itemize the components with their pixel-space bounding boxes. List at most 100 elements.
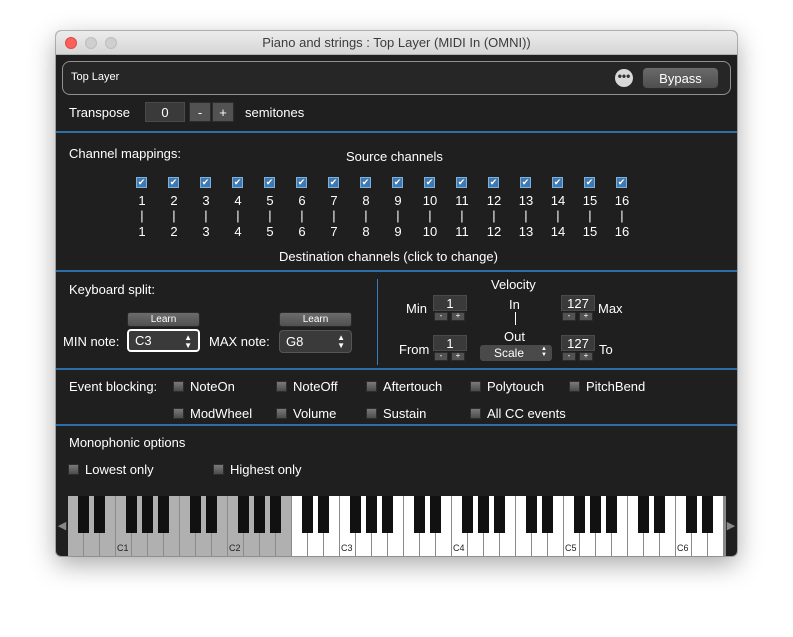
destination-channel-number[interactable]: 14: [548, 224, 568, 239]
transpose-plus-button[interactable]: +: [212, 102, 234, 122]
black-key[interactable]: [318, 496, 329, 533]
destination-channel-number[interactable]: 1: [132, 224, 152, 239]
velocity-max-plus[interactable]: +: [579, 312, 593, 321]
velocity-min-minus[interactable]: -: [434, 312, 448, 321]
event-block-checkbox[interactable]: [470, 408, 481, 419]
black-key[interactable]: [574, 496, 585, 533]
velocity-max-minus[interactable]: -: [562, 312, 576, 321]
source-channel-checkbox[interactable]: ✔: [584, 177, 595, 188]
source-channel-checkbox[interactable]: ✔: [456, 177, 467, 188]
title-bar[interactable]: Piano and strings : Top Layer (MIDI In (…: [56, 31, 737, 55]
source-channel-checkbox[interactable]: ✔: [360, 177, 371, 188]
black-key[interactable]: [238, 496, 249, 533]
black-key[interactable]: [126, 496, 137, 533]
source-channel-checkbox[interactable]: ✔: [392, 177, 403, 188]
destination-channel-number[interactable]: 3: [196, 224, 216, 239]
velocity-to-value[interactable]: 127: [561, 335, 595, 351]
bypass-button[interactable]: Bypass: [642, 67, 719, 89]
black-key[interactable]: [190, 496, 201, 533]
destination-channel-number[interactable]: 4: [228, 224, 248, 239]
destination-channel-number[interactable]: 12: [484, 224, 504, 239]
black-key[interactable]: [654, 496, 665, 533]
source-channel-checkbox[interactable]: ✔: [328, 177, 339, 188]
black-key[interactable]: [590, 496, 601, 533]
velocity-from-minus[interactable]: -: [434, 352, 448, 361]
black-key[interactable]: [270, 496, 281, 533]
max-note-select[interactable]: G8 ▲ ▼: [279, 330, 352, 353]
black-key[interactable]: [414, 496, 425, 533]
source-channel-checkbox[interactable]: ✔: [232, 177, 243, 188]
source-channel-checkbox[interactable]: ✔: [200, 177, 211, 188]
velocity-mode-select[interactable]: Scale ▲ ▼: [480, 345, 552, 361]
velocity-to-plus[interactable]: +: [579, 352, 593, 361]
source-channel-checkbox[interactable]: ✔: [520, 177, 531, 188]
destination-channel-number[interactable]: 16: [612, 224, 632, 239]
destination-channel-number[interactable]: 13: [516, 224, 536, 239]
learn-min-button[interactable]: Learn: [127, 312, 200, 327]
black-key[interactable]: [542, 496, 553, 533]
black-key[interactable]: [366, 496, 377, 533]
destination-channel-number[interactable]: 5: [260, 224, 280, 239]
transpose-minus-button[interactable]: -: [189, 102, 211, 122]
velocity-from-value[interactable]: 1: [433, 335, 467, 351]
black-key[interactable]: [350, 496, 361, 533]
event-block-checkbox[interactable]: [366, 408, 377, 419]
source-channel-checkbox[interactable]: ✔: [616, 177, 627, 188]
velocity-min-value[interactable]: 1: [433, 295, 467, 311]
more-options-button[interactable]: •••: [615, 69, 633, 87]
black-key[interactable]: [382, 496, 393, 533]
event-block-checkbox[interactable]: [173, 408, 184, 419]
learn-max-button[interactable]: Learn: [279, 312, 352, 327]
destination-channel-number[interactable]: 8: [356, 224, 376, 239]
destination-channel-number[interactable]: 10: [420, 224, 440, 239]
octave-label: C5: [565, 543, 577, 553]
source-channel-checkbox[interactable]: ✔: [168, 177, 179, 188]
destination-channel-number[interactable]: 6: [292, 224, 312, 239]
event-block-checkbox[interactable]: [569, 381, 580, 392]
destination-channel-number[interactable]: 9: [388, 224, 408, 239]
source-channel-checkbox[interactable]: ✔: [296, 177, 307, 188]
event-block-checkbox[interactable]: [276, 408, 287, 419]
velocity-to-minus[interactable]: -: [562, 352, 576, 361]
event-block-checkbox[interactable]: [173, 381, 184, 392]
black-key[interactable]: [686, 496, 697, 533]
destination-channel-number[interactable]: 2: [164, 224, 184, 239]
black-key[interactable]: [430, 496, 441, 533]
black-key[interactable]: [526, 496, 537, 533]
black-key[interactable]: [142, 496, 153, 533]
keyboard-scroll-left-icon[interactable]: ◀: [56, 519, 68, 532]
velocity-from-plus[interactable]: +: [451, 352, 465, 361]
source-channel-number: 1: [138, 193, 146, 208]
black-key[interactable]: [302, 496, 313, 533]
black-key[interactable]: [94, 496, 105, 533]
black-key[interactable]: [206, 496, 217, 533]
transpose-value[interactable]: 0: [145, 102, 185, 122]
piano-keyboard[interactable]: C1 C2 C3 C4 C5 C6: [68, 496, 726, 556]
black-key[interactable]: [478, 496, 489, 533]
black-key[interactable]: [254, 496, 265, 533]
event-block-checkbox[interactable]: [366, 381, 377, 392]
black-key[interactable]: [78, 496, 89, 533]
black-key[interactable]: [702, 496, 713, 533]
black-key[interactable]: [462, 496, 473, 533]
event-block-checkbox[interactable]: [276, 381, 287, 392]
black-key[interactable]: [158, 496, 169, 533]
velocity-min-plus[interactable]: +: [451, 312, 465, 321]
source-channel-checkbox[interactable]: ✔: [136, 177, 147, 188]
black-key[interactable]: [494, 496, 505, 533]
velocity-max-value[interactable]: 127: [561, 295, 595, 311]
keyboard-scroll-right-icon[interactable]: ▶: [725, 519, 737, 532]
highest-only-checkbox[interactable]: [213, 464, 224, 475]
source-channel-checkbox[interactable]: ✔: [264, 177, 275, 188]
black-key[interactable]: [606, 496, 617, 533]
black-key[interactable]: [638, 496, 649, 533]
lowest-only-checkbox[interactable]: [68, 464, 79, 475]
source-channel-checkbox[interactable]: ✔: [424, 177, 435, 188]
event-block-checkbox[interactable]: [470, 381, 481, 392]
destination-channel-number[interactable]: 11: [452, 224, 472, 239]
destination-channel-number[interactable]: 15: [580, 224, 600, 239]
source-channel-checkbox[interactable]: ✔: [552, 177, 563, 188]
source-channel-checkbox[interactable]: ✔: [488, 177, 499, 188]
destination-channel-number[interactable]: 7: [324, 224, 344, 239]
min-note-select[interactable]: C3 ▲ ▼: [127, 329, 200, 352]
